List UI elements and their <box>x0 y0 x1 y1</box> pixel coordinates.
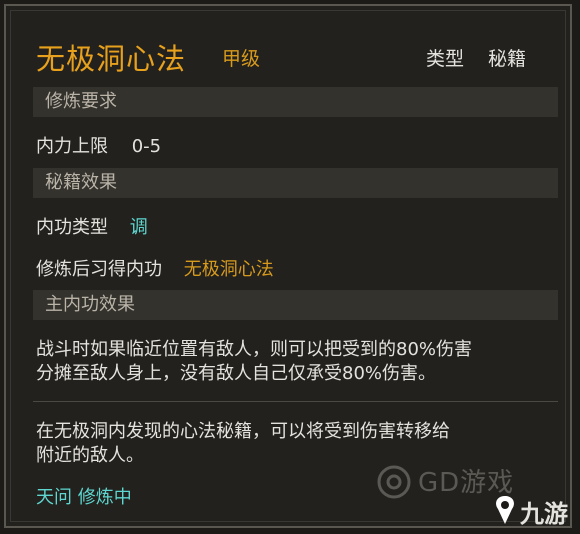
neigong-type-row: 内功类型 调 <box>36 213 148 239</box>
skill-grade: 甲级 <box>222 48 261 70</box>
acquire-row: 修炼后习得内功 无极洞心法 <box>36 255 274 281</box>
watermark-logo-icon <box>377 465 411 499</box>
divider <box>33 401 558 402</box>
main-effect-line: 战斗时如果临近位置有敌人，则可以把受到的80%伤害 <box>36 339 473 360</box>
skill-title: 无极洞心法 <box>36 42 187 76</box>
training-status: 天问 修炼中 <box>36 487 132 508</box>
type-label: 类型 <box>426 48 465 70</box>
description-line: 在无极洞内发现的心法秘籍，可以将受到伤害转移给 <box>36 421 450 442</box>
acquire-value: 无极洞心法 <box>183 259 274 280</box>
description-text: 在无极洞内发现的心法秘籍，可以将受到伤害转移给 附近的敌人。 <box>36 420 551 468</box>
brand-logo-icon <box>496 496 514 524</box>
brand-text: 九游 <box>520 500 568 528</box>
neigong-type-label: 内功类型 <box>36 217 108 238</box>
type-value: 秘籍 <box>488 48 527 70</box>
acquire-label: 修炼后习得内功 <box>36 259 162 280</box>
requirement-label: 内力上限 <box>36 136 108 157</box>
requirement-row: 内力上限 0-5 <box>36 132 161 158</box>
main-effect-text: 战斗时如果临近位置有敌人，则可以把受到的80%伤害 分摊至敌人身上，没有敌人自己… <box>36 338 551 386</box>
neigong-type-value: 调 <box>129 217 148 238</box>
requirement-value: 0-5 <box>131 136 162 157</box>
section-header-requirement: 修炼要求 <box>33 87 558 117</box>
section-header-main-effect: 主内功效果 <box>33 290 558 320</box>
section-header-effect: 秘籍效果 <box>33 168 558 198</box>
main-effect-line: 分摊至敌人身上，没有敌人自己仅承受80%伤害。 <box>36 363 437 384</box>
